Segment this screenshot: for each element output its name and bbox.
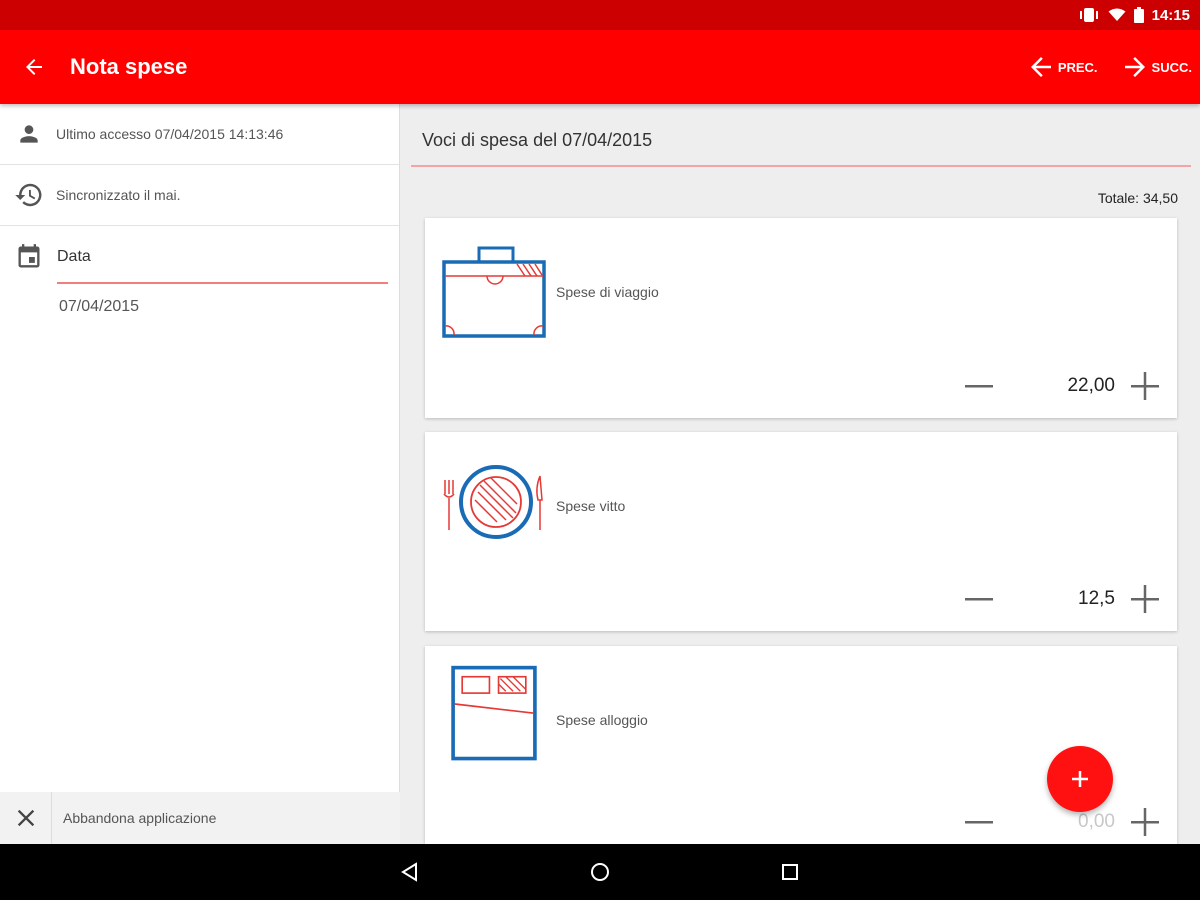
battery-icon <box>1133 7 1144 23</box>
expense-label: Spese alloggio <box>556 712 648 728</box>
amount-stepper: 12,5 <box>961 581 1163 617</box>
bed-icon <box>451 665 537 761</box>
next-button[interactable]: SUCC. <box>1120 52 1192 82</box>
suitcase-icon <box>442 246 546 338</box>
plus-icon <box>1131 585 1159 613</box>
date-value[interactable]: 07/04/2015 <box>59 298 387 316</box>
nav-recents-button[interactable] <box>770 852 810 892</box>
main-content: Voci di spesa del 07/04/2015 Totale: 34,… <box>401 104 1200 844</box>
prev-label: PREC. <box>1057 59 1098 75</box>
increase-button[interactable] <box>1127 804 1163 840</box>
triangle-back-icon <box>401 862 417 882</box>
sync-row: Sincronizzato il mai. <box>0 165 399 226</box>
sidebar: Ultimo accesso 07/04/2015 14:13:46 Sincr… <box>0 104 400 844</box>
amount-value[interactable]: 22,00 <box>997 375 1127 397</box>
decrease-button[interactable] <box>961 804 997 840</box>
person-icon <box>14 119 44 149</box>
decrease-button[interactable] <box>961 581 997 617</box>
nav-actions: PREC. SUCC. <box>1026 52 1200 82</box>
amount-stepper: 22,00 <box>961 368 1163 404</box>
wifi-icon <box>1108 8 1126 21</box>
plate-cutlery-icon <box>443 465 543 539</box>
arrow-left-icon <box>1030 57 1051 77</box>
status-time: 14:15 <box>1151 6 1190 24</box>
date-label: Data <box>57 248 91 265</box>
decrease-button[interactable] <box>961 368 997 404</box>
expense-card-lodging: Spese alloggio 0,00 <box>425 646 1177 844</box>
close-icon <box>0 792 52 844</box>
last-access-text: Ultimo accesso 07/04/2015 14:13:46 <box>56 126 284 142</box>
arrow-back-icon <box>26 59 42 75</box>
exit-label: Abbandona applicazione <box>63 810 217 826</box>
last-access-row: Ultimo accesso 07/04/2015 14:13:46 <box>0 104 399 165</box>
exit-app-button[interactable]: Abbandona applicazione <box>0 792 400 844</box>
amount-value[interactable]: 0,00 <box>997 811 1127 833</box>
status-bar: 14:15 <box>0 0 1200 30</box>
expense-label: Spese vitto <box>556 498 626 514</box>
nav-home-button[interactable] <box>580 852 620 892</box>
history-icon <box>14 180 44 210</box>
app-bar: Nota spese PREC. SUCC. <box>0 30 1200 104</box>
circle-home-icon <box>591 863 609 881</box>
minus-icon <box>965 385 993 388</box>
amount-stepper: 0,00 <box>961 804 1163 840</box>
system-nav-bar <box>0 844 1200 900</box>
plus-icon <box>1131 808 1159 836</box>
square-recents-icon <box>782 864 798 880</box>
nav-back-button[interactable] <box>390 852 430 892</box>
expense-card-travel: Spese di viaggio 22,00 <box>425 218 1177 418</box>
minus-icon <box>965 821 993 824</box>
arrow-right-icon <box>1124 57 1145 77</box>
add-expense-button[interactable] <box>1047 746 1113 812</box>
plus-icon <box>1131 372 1159 400</box>
section-title: Voci di spesa del 07/04/2015 <box>422 130 653 150</box>
page-title: Nota spese <box>70 54 188 79</box>
amount-value[interactable]: 12,5 <box>997 588 1127 610</box>
back-button[interactable] <box>0 30 68 104</box>
section-divider <box>411 165 1191 167</box>
expense-label: Spese di viaggio <box>556 284 659 300</box>
expense-card-food: Spese vitto 12,5 <box>425 432 1177 631</box>
date-field[interactable]: Data 07/04/2015 <box>0 226 399 316</box>
increase-button[interactable] <box>1127 368 1163 404</box>
next-label: SUCC. <box>1151 59 1192 75</box>
total-amount: Totale: 34,50 <box>1097 190 1178 206</box>
sync-text: Sincronizzato il mai. <box>56 187 181 203</box>
prev-button[interactable]: PREC. <box>1026 52 1098 82</box>
plus-icon <box>1072 771 1088 787</box>
vibrate-icon <box>1079 8 1098 22</box>
increase-button[interactable] <box>1127 581 1163 617</box>
minus-icon <box>965 598 993 601</box>
calendar-icon <box>14 242 44 272</box>
date-underline <box>57 282 388 284</box>
